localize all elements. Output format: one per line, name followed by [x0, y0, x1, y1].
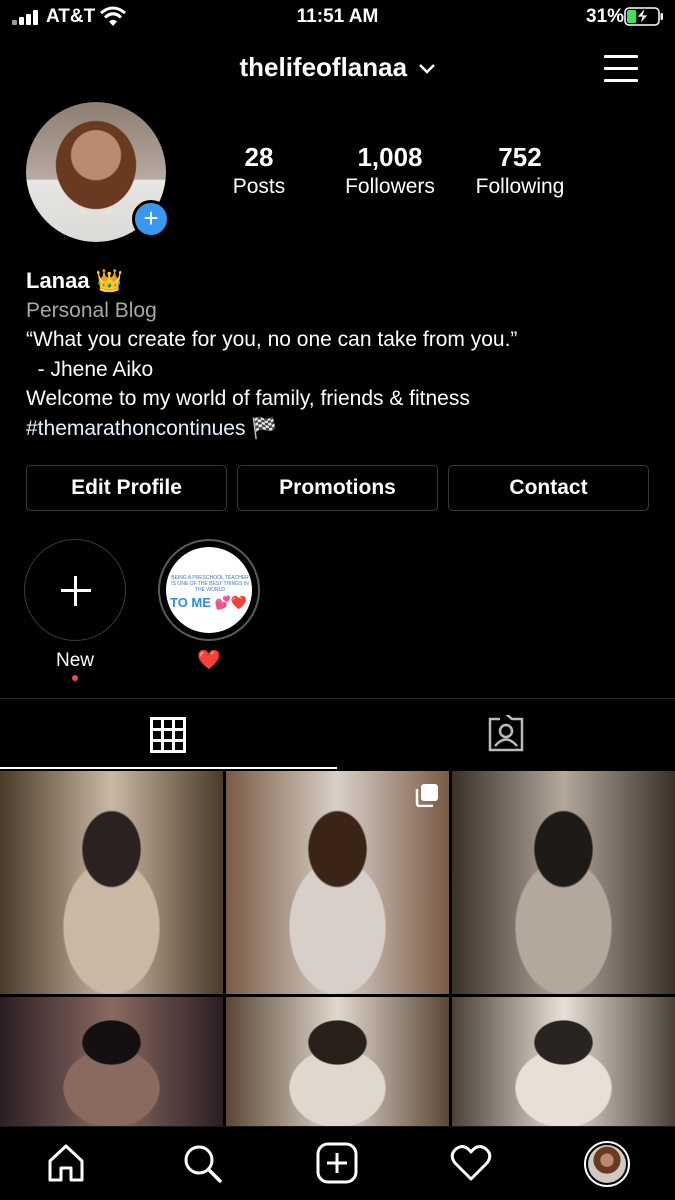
story-highlight[interactable]: BEING A PRESCHOOL TEACHER IS ONE OF THE … — [158, 539, 260, 641]
post-thumbnail[interactable] — [0, 997, 223, 1127]
tagged-icon[interactable] — [487, 715, 525, 753]
profile-bio: Lanaa 👑 Personal Blog “What you create f… — [26, 266, 656, 443]
promotions-button[interactable]: Promotions — [237, 465, 438, 511]
bio-line: “What you create for you, no one can tak… — [26, 328, 518, 351]
post-thumbnail[interactable] — [0, 771, 223, 994]
active-tab-indicator — [0, 767, 337, 769]
highlight-cover: BEING A PRESCHOOL TEACHER IS ONE OF THE … — [166, 547, 252, 633]
bio-line: - Jhene Aiko — [26, 357, 154, 381]
profile-category: Personal Blog — [26, 298, 157, 322]
new-highlight-button[interactable] — [24, 539, 126, 641]
profile-avatar-icon[interactable] — [584, 1141, 630, 1187]
menu-icon[interactable] — [604, 53, 640, 83]
post-thumbnail[interactable] — [226, 771, 449, 994]
post-thumbnail[interactable] — [452, 771, 675, 994]
contact-button[interactable]: Contact — [448, 465, 649, 511]
followers-count[interactable]: 1,008 Followers — [330, 142, 450, 199]
new-indicator-dot — [72, 675, 78, 681]
status-time: 11:51 AM — [296, 6, 379, 27]
highlight-label: ❤️ — [197, 650, 221, 671]
following-count[interactable]: 752 Following — [464, 142, 576, 199]
search-icon[interactable] — [180, 1141, 224, 1185]
posts-count[interactable]: 28 Posts — [214, 142, 304, 199]
profile-username: thelifeoflanaa — [239, 52, 408, 82]
profile-tabs — [0, 698, 675, 770]
heart-icon[interactable] — [449, 1141, 493, 1185]
profile-display-name: Lanaa 👑 — [26, 268, 124, 293]
bio-hashtag[interactable]: #themarathoncontinues 🏁 — [26, 414, 656, 444]
bio-line: Welcome to my world of family, friends &… — [26, 387, 470, 410]
status-bar: AT&T 11:51 AM 31% — [0, 0, 675, 36]
add-post-icon[interactable] — [315, 1141, 359, 1185]
post-thumbnail[interactable] — [452, 997, 675, 1127]
highlight-label-new: New — [55, 650, 94, 671]
home-icon[interactable] — [44, 1141, 88, 1185]
account-switcher[interactable]: thelifeoflanaa — [0, 52, 675, 83]
edit-profile-button[interactable]: Edit Profile — [26, 465, 227, 511]
bottom-navigation — [0, 1126, 675, 1200]
post-thumbnail[interactable] — [226, 997, 449, 1127]
add-story-button[interactable]: + — [132, 200, 170, 238]
grid-icon[interactable] — [150, 717, 186, 753]
chevron-down-icon — [418, 63, 435, 74]
multiple-photos-icon — [415, 784, 438, 807]
battery-charging-icon — [624, 7, 663, 26]
battery-percent: 31% — [586, 6, 625, 27]
